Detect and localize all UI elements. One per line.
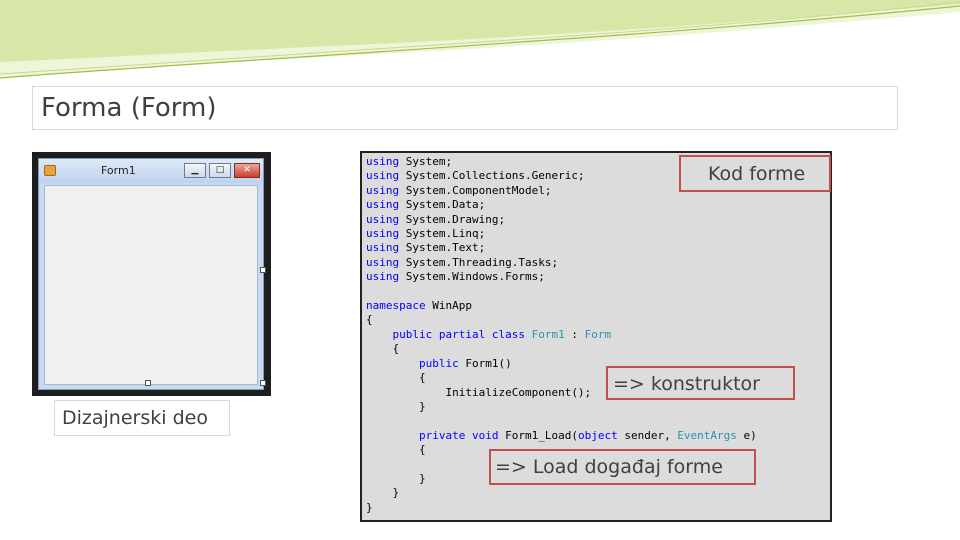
keyword-object: object (577, 428, 618, 442)
using-namespace: System.Collections.Generic; (405, 169, 585, 183)
callout-form-code-label: Kod forme (708, 163, 806, 185)
using-namespace: System.Text; (405, 241, 486, 255)
namespace-name: WinApp (432, 299, 472, 313)
keyword-using: using (366, 255, 400, 269)
brace: { (366, 313, 373, 327)
keyword-using: using (366, 169, 400, 183)
designer-caption-box: Dizajnerski deo (54, 400, 230, 436)
using-namespace: System.ComponentModel; (405, 183, 552, 197)
designer-caption: Dizajnerski deo (62, 407, 208, 429)
form-titlebar[interactable]: Form1 ▁ □ ✕ (39, 159, 263, 183)
designer-preview: Form1 ▁ □ ✕ (32, 152, 271, 396)
brace: { (392, 342, 400, 356)
brace: } (392, 486, 400, 500)
brace: } (418, 471, 426, 485)
keyword-using: using (366, 155, 400, 168)
slide-title: Forma (Form) (41, 93, 217, 123)
keyword-partial: partial (438, 327, 486, 341)
keyword-public: public (418, 356, 459, 370)
maximize-icon[interactable]: □ (209, 163, 231, 178)
using-namespace: System.Linq; (405, 227, 486, 241)
close-icon[interactable]: ✕ (234, 163, 260, 178)
resize-handle-corner[interactable] (260, 380, 266, 386)
keyword-class: class (491, 327, 525, 341)
class-name: Form1 (531, 327, 565, 341)
brace: { (418, 443, 426, 457)
constructor-signature: Form1() (465, 356, 512, 370)
keyword-using: using (366, 183, 400, 197)
using-namespace: System.Drawing; (405, 212, 506, 226)
using-namespace: System.Threading.Tasks; (405, 255, 559, 269)
keyword-using: using (366, 241, 400, 255)
using-namespace: System; (405, 155, 453, 168)
keyword-using: using (366, 227, 400, 241)
form-title: Form1 (101, 164, 136, 177)
decorative-header-swoosh (0, 0, 960, 79)
load-method-name: Form1_Load( (505, 428, 578, 442)
param-e: e) (743, 428, 757, 442)
keyword-private: private (418, 428, 466, 442)
form-app-icon (44, 165, 56, 176)
param-sender: sender, (624, 428, 671, 442)
minimize-icon[interactable]: ▁ (184, 163, 206, 178)
type-eventargs: EventArgs (677, 428, 737, 442)
brace: { (418, 371, 426, 385)
brace: } (418, 399, 426, 413)
keyword-using: using (366, 198, 400, 212)
slide-title-box: Forma (Form) (32, 86, 898, 130)
using-namespace: System.Windows.Forms; (405, 270, 545, 284)
initialize-call: InitializeComponent(); (445, 385, 592, 399)
base-class: Form (584, 327, 612, 341)
keyword-using: using (366, 270, 400, 284)
form-client-area[interactable] (44, 185, 258, 385)
using-block: using System; using System.Collections.G… (366, 155, 585, 283)
callout-form-code: Kod forme (679, 155, 831, 192)
keyword-namespace: namespace (366, 299, 426, 313)
callout-constructor: => konstruktor (606, 366, 795, 400)
keyword-void: void (471, 428, 499, 442)
brace: } (366, 500, 373, 514)
using-namespace: System.Data; (405, 198, 486, 212)
base-separator: : (571, 327, 578, 341)
callout-constructor-label: => konstruktor (613, 373, 760, 395)
resize-handle-right[interactable] (260, 267, 266, 273)
keyword-using: using (366, 212, 400, 226)
callout-load-event-label: => Load događaj forme (495, 456, 723, 478)
form-window[interactable]: Form1 ▁ □ ✕ (38, 158, 264, 390)
resize-handle-bottom[interactable] (145, 380, 151, 386)
keyword-public: public (392, 327, 433, 341)
callout-load-event: => Load događaj forme (489, 449, 756, 485)
